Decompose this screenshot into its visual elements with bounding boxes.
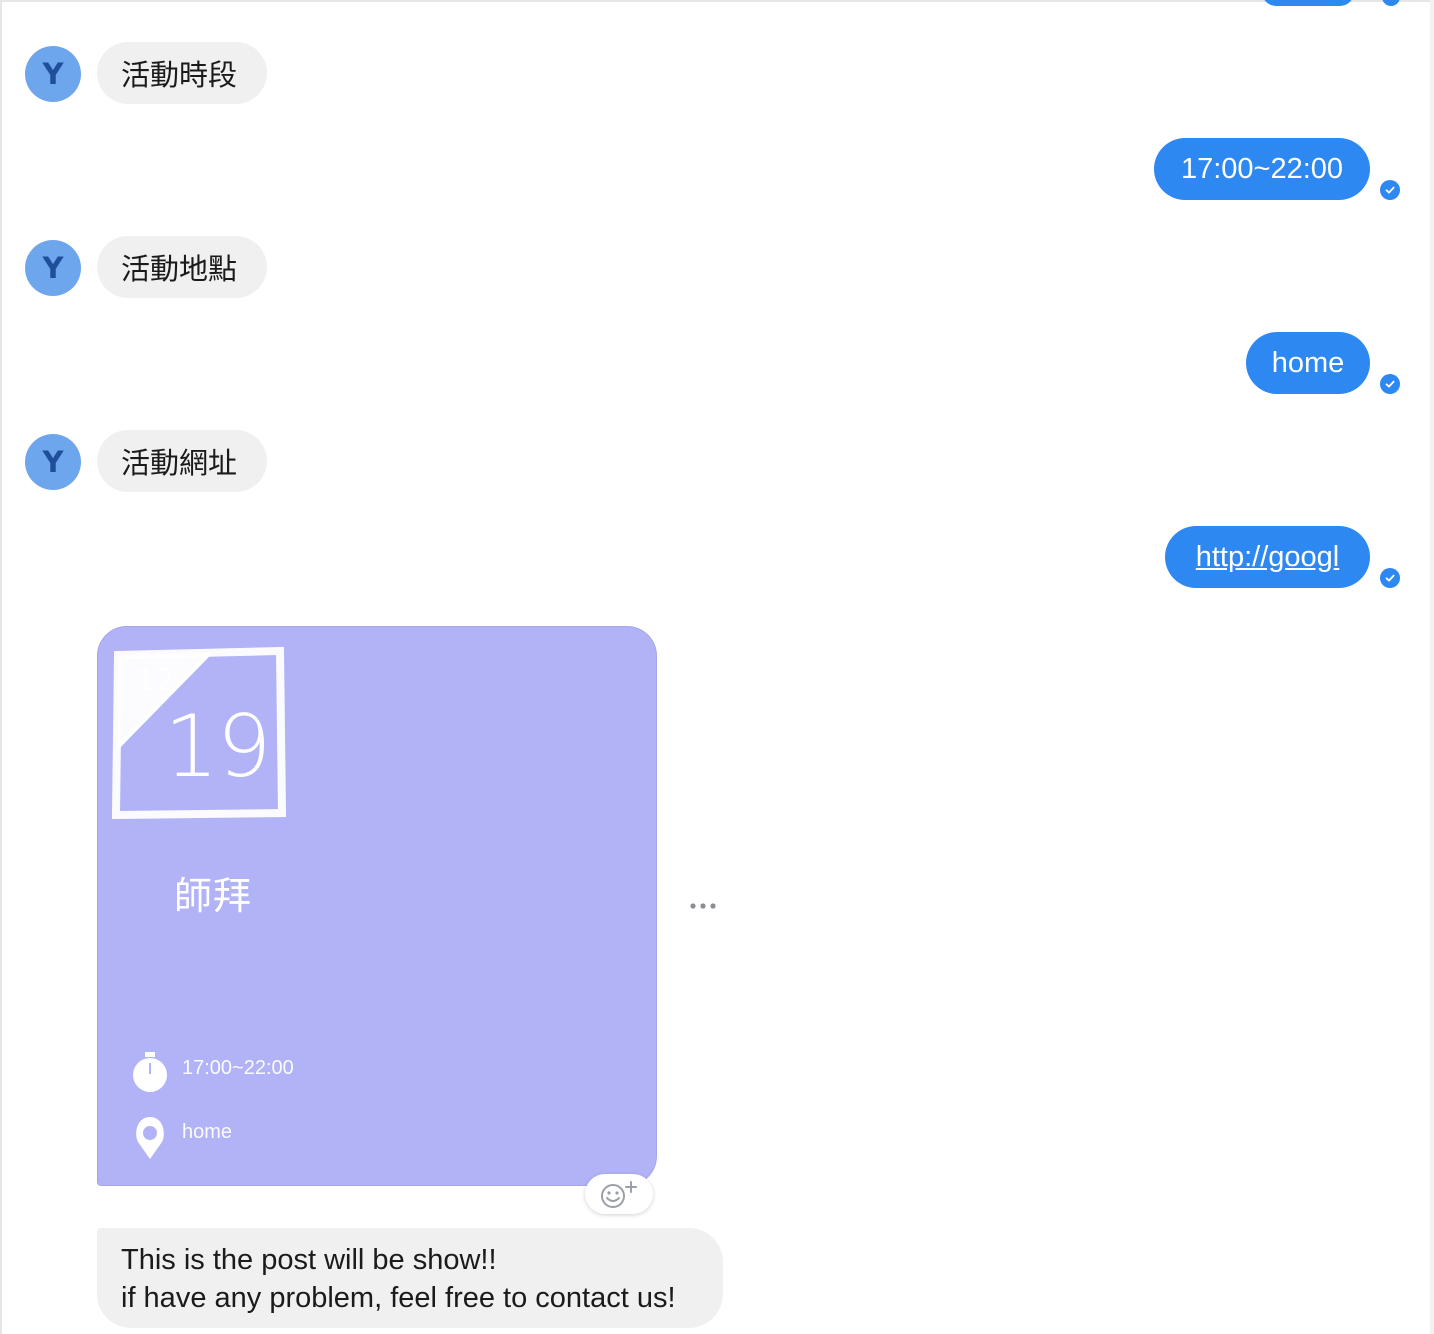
card-month: 12 [136,663,175,698]
incoming-message[interactable]: 活動網址 [97,430,267,492]
avatar-initial: Y [42,251,64,285]
message-text: 活動時段 [121,58,238,92]
sent-check-icon [1380,374,1400,394]
avatar-initial: Y [42,57,64,91]
event-card-image[interactable]: 12 19 師拜 17:00~22:00 home [97,626,657,1186]
previous-outgoing-bubble[interactable] [1262,0,1354,6]
add-reaction-icon [601,1181,637,1208]
scrollbar-track[interactable] [1430,0,1434,1334]
message-text: 活動網址 [121,446,238,480]
incoming-message[interactable]: 活動時段 [97,42,267,104]
outgoing-message[interactable]: home [1246,332,1370,394]
message-text: home [1271,346,1345,379]
sent-check-icon [1380,568,1400,588]
sent-check-icon [1380,180,1400,200]
card-time: 17:00~22:00 [182,1057,294,1079]
stopwatch-icon [133,1052,167,1092]
card-day: 19 [164,697,271,797]
outgoing-message[interactable]: http://googl [1165,526,1370,588]
avatar[interactable]: Y [25,46,81,102]
add-reaction-button[interactable] [585,1174,653,1214]
card-location: home [182,1121,233,1143]
card-title: 師拜 [174,874,253,918]
avatar[interactable]: Y [25,240,81,296]
outgoing-message[interactable]: 17:00~22:00 [1154,138,1370,200]
message-link[interactable]: http://googl [1196,541,1340,574]
message-line: if have any problem, feel free to contac… [121,1282,676,1314]
more-dots-icon [690,903,716,909]
avatar-initial: Y [42,445,64,479]
incoming-message[interactable]: 活動地點 [97,236,267,298]
incoming-message[interactable]: This is the post will be show!! if have … [97,1228,723,1328]
more-options-button[interactable] [686,892,720,920]
location-pin-icon [136,1117,164,1159]
message-text: 17:00~22:00 [1180,152,1344,185]
avatar[interactable]: Y [25,434,81,490]
message-text: 活動地點 [121,252,238,286]
message-line: This is the post will be show!! [121,1244,497,1276]
